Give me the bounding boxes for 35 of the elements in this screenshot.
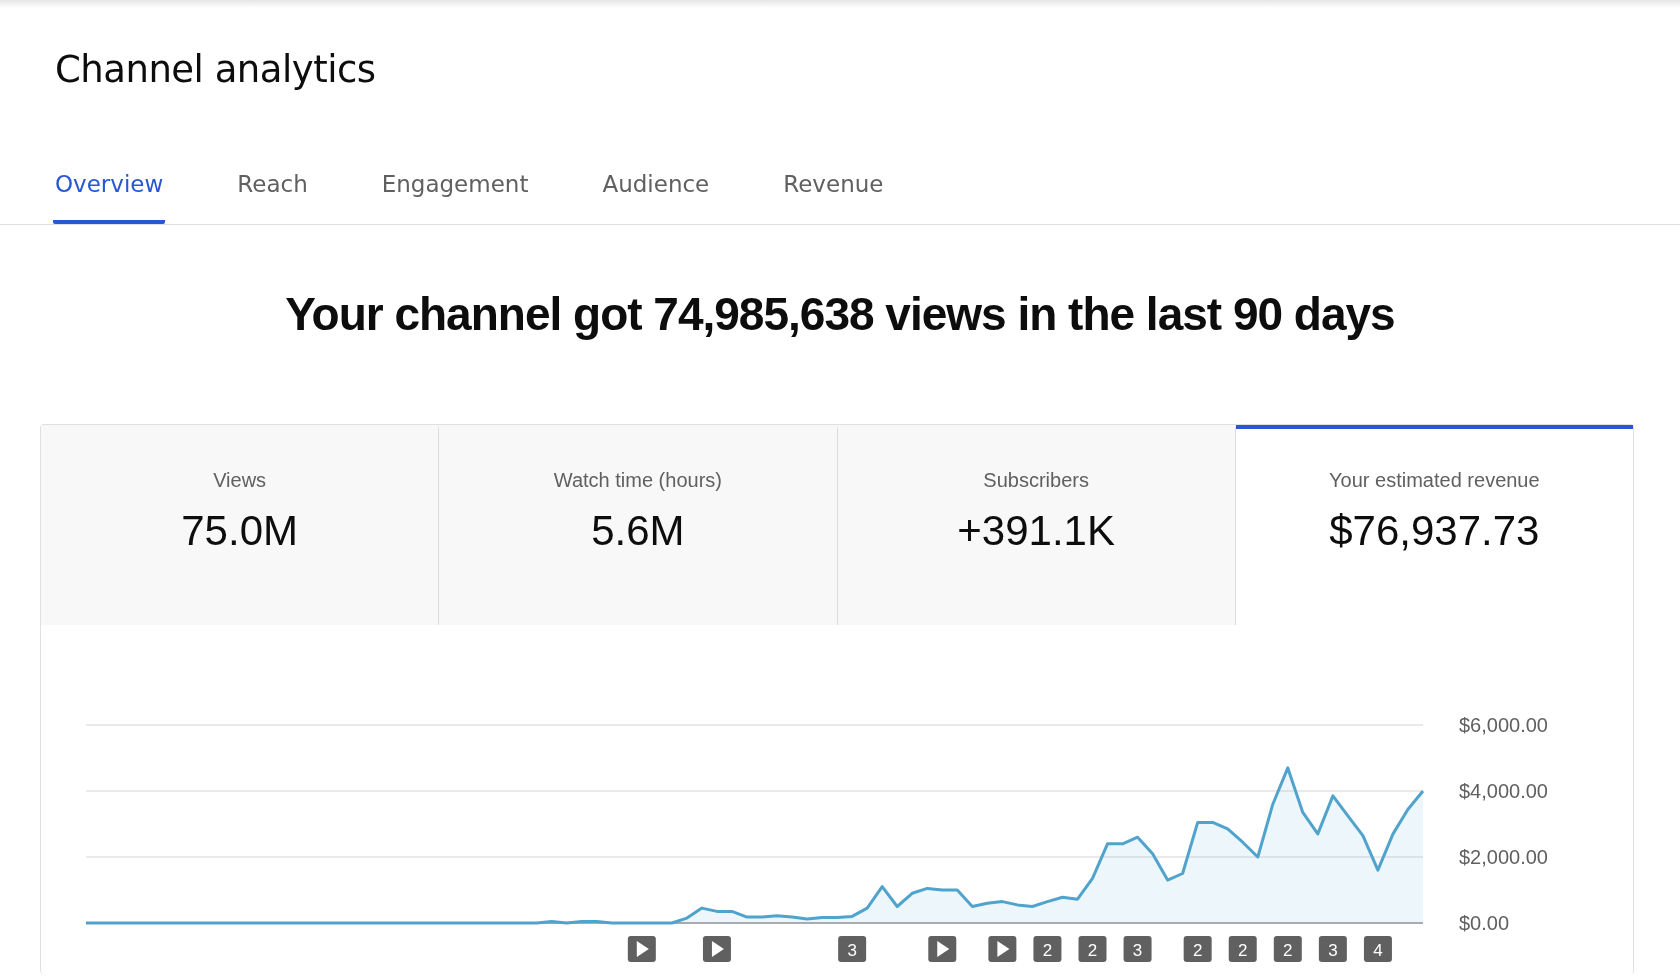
video-count-marker[interactable]: 3 — [1318, 936, 1347, 963]
tab[interactable]: Reach — [235, 167, 310, 224]
axis-label: $2,000.00 — [1459, 846, 1548, 869]
video-count-marker[interactable]: 4 — [1363, 936, 1392, 963]
video-marker-icon[interactable] — [627, 936, 656, 963]
video-count-marker[interactable]: 2 — [1078, 936, 1107, 963]
video-count-marker[interactable]: 3 — [1123, 936, 1152, 963]
tab[interactable]: Engagement — [379, 167, 531, 224]
axis-label: $0.00 — [1459, 912, 1510, 935]
metric-value: 75.0M — [180, 506, 299, 557]
metric-tab[interactable]: Watch time (hours) 5.6M — [439, 425, 838, 626]
metric-tab[interactable]: Subscribers +391.1K — [837, 425, 1236, 626]
axis-label: $4,000.00 — [1459, 780, 1548, 803]
headline: Your channel got 74,985,638 views in the last 90 days — [284, 286, 1396, 342]
metric-value: +391.1K — [956, 506, 1116, 557]
tab[interactable]: Audience — [600, 167, 712, 224]
video-count-marker[interactable]: 2 — [1228, 936, 1257, 963]
metric-label: Your estimated revenue — [1328, 468, 1541, 494]
metric-label: Subscribers — [982, 468, 1090, 494]
page-title: Channel analytics — [55, 48, 377, 93]
metric-value: $76,937.73 — [1328, 506, 1541, 557]
metric-tab[interactable]: Views 75.0M — [41, 425, 440, 626]
metric-value: 5.6M — [590, 506, 686, 557]
video-marker-icon[interactable] — [928, 936, 957, 963]
video-count-marker[interactable]: 2 — [1033, 936, 1062, 963]
video-count-marker[interactable]: 2 — [1183, 936, 1212, 963]
tab[interactable]: Revenue — [781, 167, 886, 224]
video-marker-icon[interactable] — [702, 936, 731, 963]
axis-label: $6,000.00 — [1459, 714, 1548, 737]
video-marker-icon[interactable] — [988, 936, 1017, 963]
video-count-marker[interactable]: 2 — [1273, 936, 1302, 963]
metric-label: Watch time (hours) — [552, 468, 723, 494]
tab[interactable]: Overview — [53, 167, 166, 224]
metric-label: Views — [212, 468, 268, 494]
video-count-marker[interactable]: 3 — [838, 936, 867, 963]
